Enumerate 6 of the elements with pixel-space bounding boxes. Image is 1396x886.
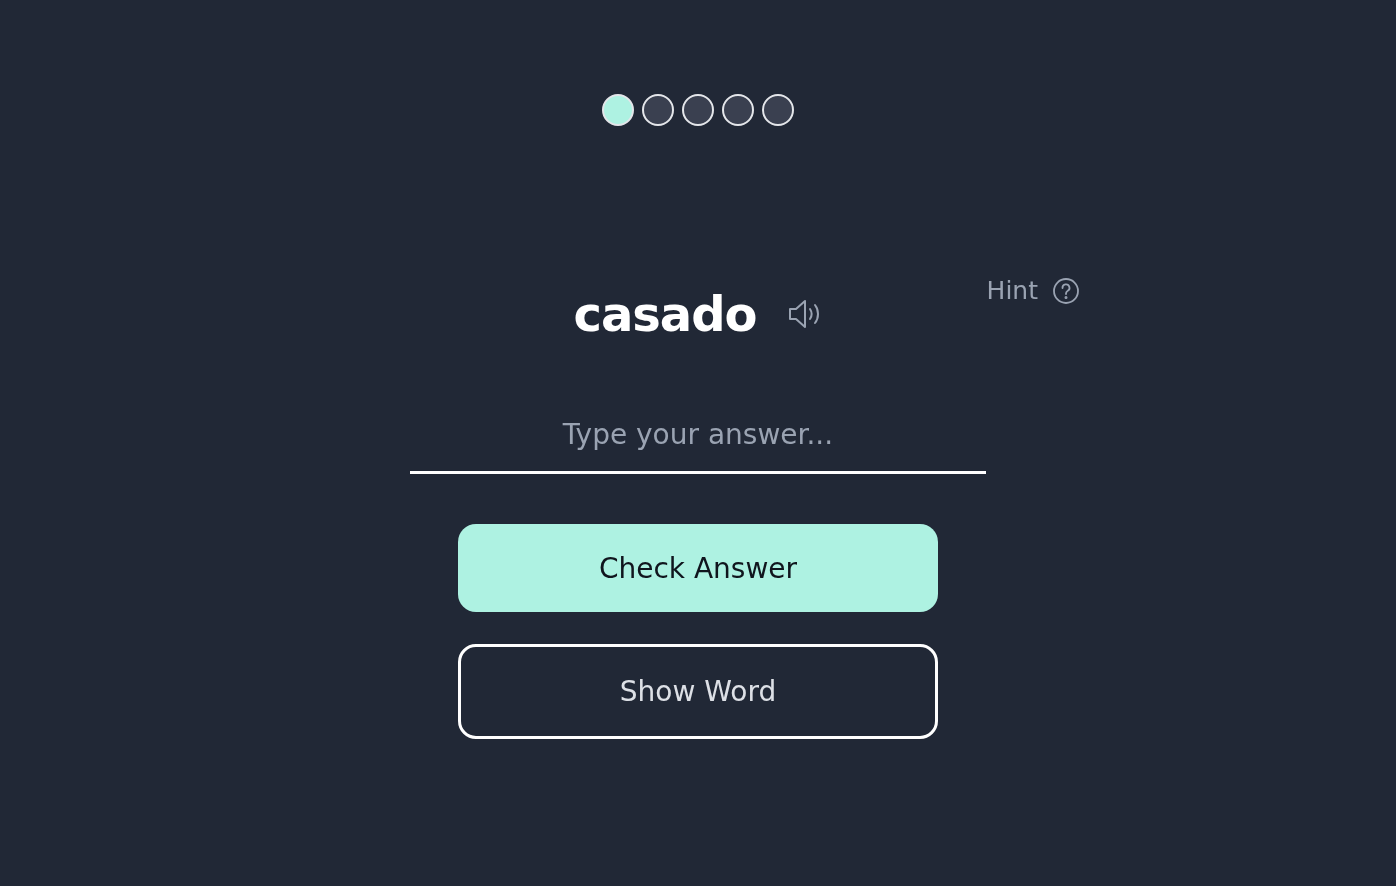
- answer-field[interactable]: Type your answer...: [410, 404, 986, 474]
- vocabulary-word: casado: [573, 286, 757, 342]
- check-answer-button[interactable]: Check Answer: [458, 524, 938, 612]
- help-icon: [1052, 276, 1080, 305]
- hint-button[interactable]: Hint: [986, 276, 1080, 305]
- show-word-button[interactable]: Show Word: [458, 644, 938, 739]
